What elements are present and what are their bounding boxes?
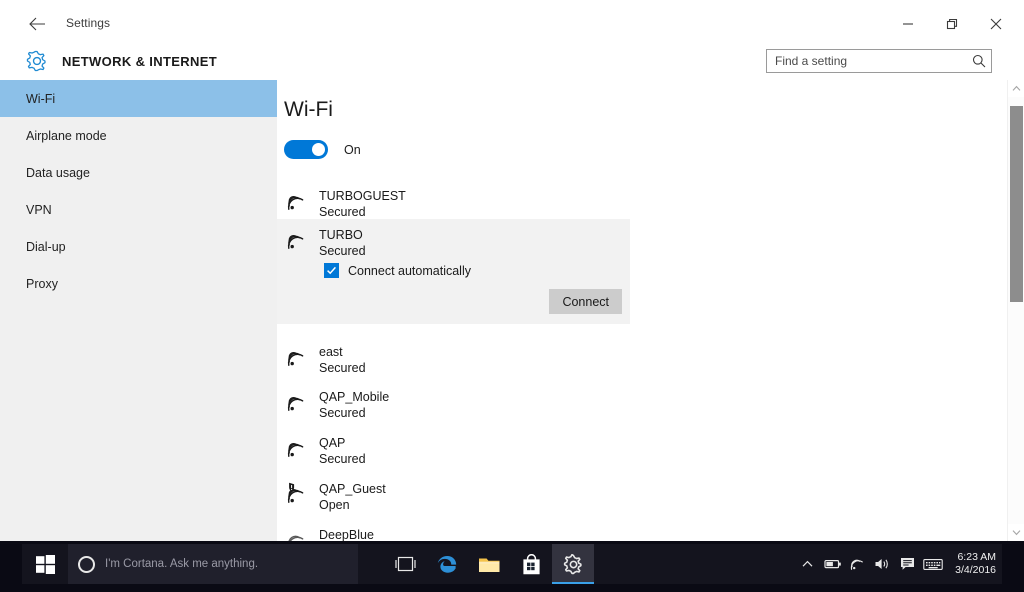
connect-automatically-checkbox[interactable] — [324, 263, 339, 278]
network-ssid: TURBOGUEST — [319, 189, 406, 203]
category-header: NETWORK & INTERNET — [0, 42, 1024, 80]
network-item-qap-mobile[interactable]: QAP_Mobile Secured — [277, 382, 630, 428]
wifi-signal-warning-icon — [284, 480, 314, 514]
page-title: NETWORK & INTERNET — [62, 54, 218, 69]
wifi-signal-icon — [284, 187, 314, 221]
scrollbar-track[interactable] — [1008, 97, 1024, 524]
network-item-turbo-expanded[interactable]: TURBO Secured Connect automatically Conn… — [277, 219, 630, 324]
network-status: Secured — [319, 406, 366, 420]
wifi-signal-icon — [284, 226, 314, 260]
task-view-icon[interactable] — [384, 544, 426, 584]
sidebar-item-vpn[interactable]: VPN — [0, 191, 277, 228]
content-scrollbar[interactable] — [1007, 80, 1024, 541]
wifi-toggle-row: On — [284, 140, 361, 159]
network-text: QAP_Guest Open — [319, 480, 386, 513]
network-ssid: QAP_Mobile — [319, 390, 390, 404]
network-text: DeepBlue — [319, 526, 374, 541]
wifi-signal-icon — [284, 434, 314, 468]
network-status: Secured — [319, 452, 366, 466]
chevron-up-icon[interactable] — [1008, 80, 1024, 97]
window-title: Settings — [66, 16, 111, 30]
file-explorer-icon[interactable] — [468, 544, 510, 584]
sidebar-item-proxy[interactable]: Proxy — [0, 265, 277, 302]
network-ssid: QAP_Guest — [319, 482, 386, 496]
network-item-qap[interactable]: QAP Secured — [277, 428, 630, 474]
sidebar-item-label: Data usage — [26, 165, 90, 180]
settings-window: Settings NETWORK & INTERNET Find a setti… — [0, 0, 1024, 592]
network-status: Open — [319, 498, 350, 512]
cortana-search-box[interactable]: I'm Cortana. Ask me anything. — [68, 544, 358, 584]
action-center-icon[interactable] — [895, 544, 920, 584]
network-item-deepblue[interactable]: DeepBlue — [277, 520, 630, 541]
sidebar-item-label: Proxy — [26, 276, 58, 291]
sidebar-item-dial-up[interactable]: Dial-up — [0, 228, 277, 265]
network-ssid: DeepBlue — [319, 528, 374, 541]
volume-icon[interactable] — [870, 544, 895, 584]
section-heading: Wi-Fi — [284, 98, 333, 121]
settings-icon[interactable] — [552, 544, 594, 584]
search-box[interactable] — [766, 49, 992, 73]
network-text: TURBO Secured — [319, 226, 366, 259]
network-status: Secured — [319, 244, 366, 258]
clock-time: 6:23 AM — [957, 551, 996, 563]
network-item-east[interactable]: east Secured — [277, 337, 630, 383]
wifi-tray-icon[interactable] — [845, 544, 870, 584]
edge-icon[interactable] — [426, 544, 468, 584]
wifi-signal-icon — [284, 526, 314, 541]
settings-content: Wi-Fi On TURBOGUEST Secured TURBO Secure… — [277, 80, 1024, 541]
network-text: TURBOGUEST Secured — [319, 187, 406, 220]
cortana-placeholder: I'm Cortana. Ask me anything. — [105, 558, 259, 570]
chevron-down-icon[interactable] — [1008, 524, 1024, 541]
show-hidden-icons-icon[interactable] — [795, 544, 820, 584]
network-text: QAP Secured — [319, 434, 366, 467]
network-ssid: QAP — [319, 436, 346, 450]
back-arrow-icon[interactable] — [22, 10, 52, 38]
restore-icon[interactable] — [930, 9, 974, 39]
gear-icon — [26, 50, 48, 72]
system-tray: 6:23 AM 3/4/2016 — [795, 544, 998, 584]
cortana-circle-icon — [78, 555, 95, 573]
taskbar-pinned-items — [384, 544, 594, 584]
network-header: TURBO Secured — [284, 226, 366, 260]
wifi-toggle[interactable] — [284, 140, 328, 159]
minimize-icon[interactable] — [886, 9, 930, 39]
wifi-toggle-label: On — [344, 142, 361, 157]
connect-automatically-label: Connect automatically — [348, 263, 471, 278]
scrollbar-thumb[interactable] — [1010, 106, 1023, 302]
clock-date: 3/4/2016 — [955, 564, 996, 576]
sidebar-item-label: Airplane mode — [26, 128, 107, 143]
connect-button[interactable]: Connect — [549, 289, 622, 314]
network-ssid: east — [319, 345, 343, 359]
search-icon[interactable] — [967, 54, 991, 68]
sidebar: Wi-Fi Airplane mode Data usage VPN Dial-… — [0, 80, 277, 541]
sidebar-item-label: Wi-Fi — [26, 91, 56, 106]
battery-icon[interactable] — [820, 544, 845, 584]
title-bar: Settings — [0, 6, 1024, 42]
taskbar: I'm Cortana. Ask me anything. 6:23 AM 3/… — [0, 541, 1024, 592]
network-text: QAP_Mobile Secured — [319, 388, 389, 421]
store-icon[interactable] — [510, 544, 552, 584]
wifi-signal-icon — [284, 388, 314, 422]
network-text: east Secured — [319, 343, 366, 376]
taskbar-clock[interactable]: 6:23 AM 3/4/2016 — [955, 551, 998, 577]
network-ssid: TURBO — [319, 228, 363, 242]
connect-automatically-row[interactable]: Connect automatically — [324, 263, 471, 278]
network-item-qap-guest[interactable]: QAP_Guest Open — [277, 474, 630, 520]
sidebar-item-label: VPN — [26, 202, 52, 217]
touch-keyboard-icon[interactable] — [920, 544, 945, 584]
sidebar-item-airplane-mode[interactable]: Airplane mode — [0, 117, 277, 154]
sidebar-item-wi-fi[interactable]: Wi-Fi — [0, 80, 277, 117]
network-status: Secured — [319, 361, 366, 375]
wifi-signal-icon — [284, 343, 314, 377]
windows-start-icon[interactable] — [22, 544, 68, 584]
sidebar-item-label: Dial-up — [26, 239, 66, 254]
toggle-knob — [312, 143, 325, 156]
network-status: Secured — [319, 205, 366, 219]
sidebar-item-data-usage[interactable]: Data usage — [0, 154, 277, 191]
close-icon[interactable] — [974, 9, 1018, 39]
window-controls — [886, 6, 1018, 42]
search-input[interactable] — [767, 50, 967, 72]
